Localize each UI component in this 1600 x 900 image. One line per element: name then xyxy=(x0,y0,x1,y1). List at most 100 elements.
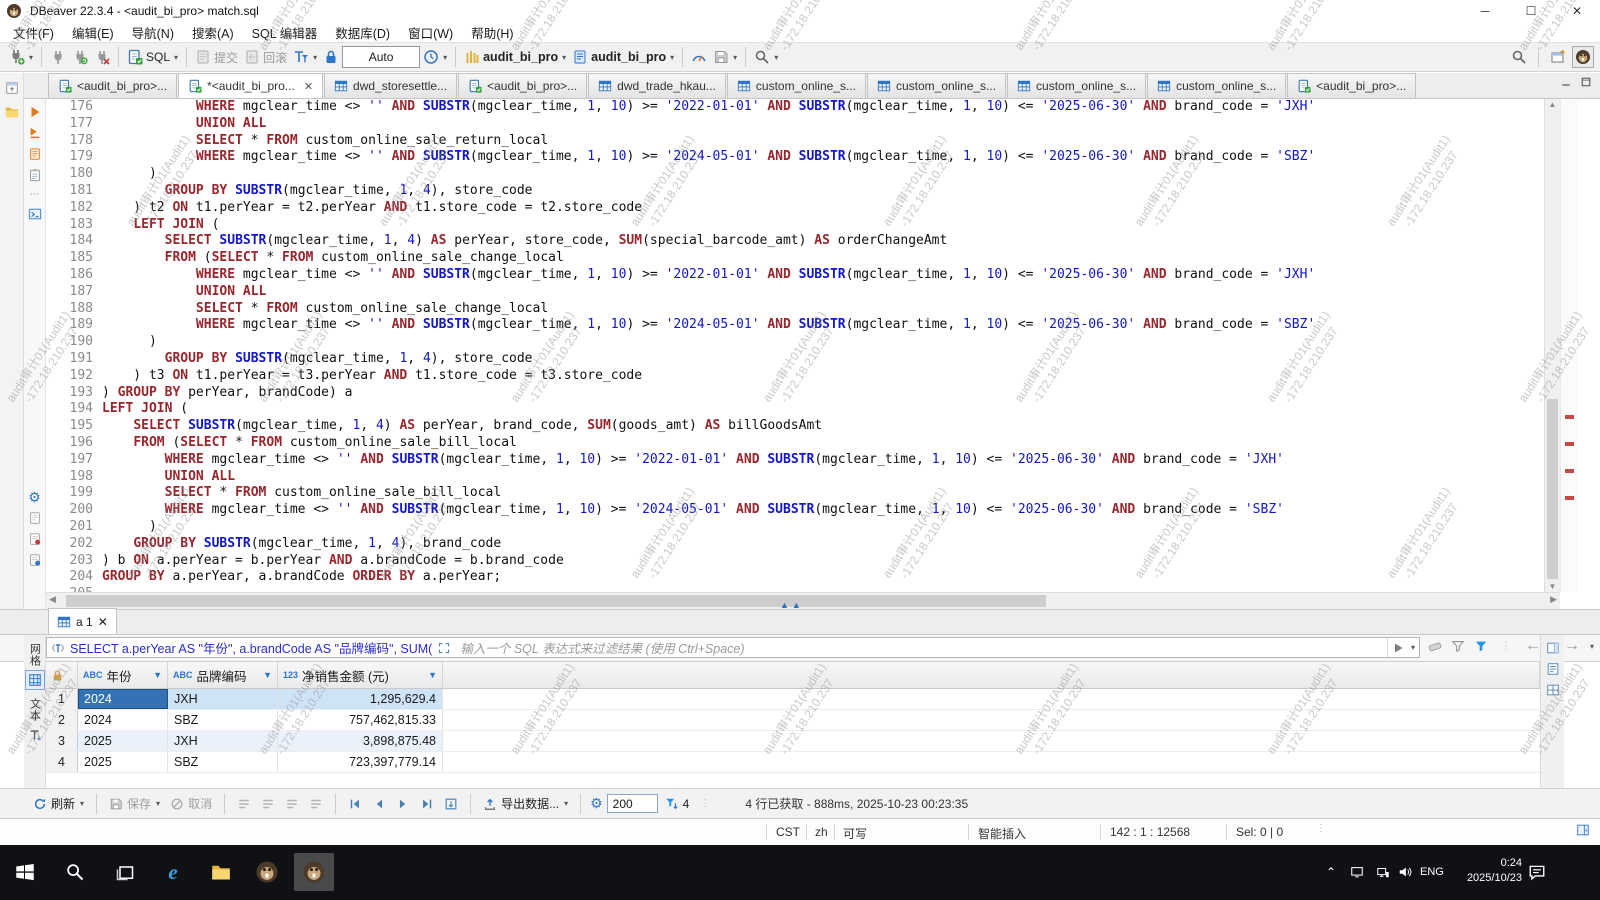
save-task-button[interactable]: ▾ xyxy=(710,47,740,67)
tx-log-button[interactable]: ▾ xyxy=(420,47,450,67)
grid-cell[interactable]: 2024 xyxy=(78,710,168,730)
column-header[interactable]: ABC年份▼ xyxy=(78,662,168,688)
editor-tab[interactable]: custom_online_s... xyxy=(867,73,1006,98)
copy-row-button[interactable] xyxy=(258,795,278,813)
tray-tablet-icon[interactable] xyxy=(1344,859,1370,885)
explain-plan-icon[interactable] xyxy=(28,147,42,161)
database-select[interactable]: audit_bi_pro▾ xyxy=(461,47,569,67)
tab-close-icon[interactable]: ✕ xyxy=(304,80,313,93)
menu-item[interactable]: SQL 编辑器 xyxy=(243,21,327,44)
minimize-button[interactable]: ─ xyxy=(1462,0,1508,22)
perspective-icon[interactable] xyxy=(1550,49,1566,65)
metadata-panel-icon[interactable] xyxy=(1546,683,1560,697)
row-number[interactable]: 2 xyxy=(46,710,78,730)
add-row-button[interactable] xyxy=(234,795,254,813)
editor-tab[interactable]: dwd_trade_hkau... xyxy=(588,73,726,98)
grid-cell[interactable]: SBZ xyxy=(168,752,278,772)
new-connection-button[interactable]: ▾ xyxy=(6,47,36,67)
grid-cell[interactable]: JXH xyxy=(168,731,278,751)
disconnect-button[interactable] xyxy=(91,47,113,67)
script-doc-settings-icon[interactable] xyxy=(28,553,42,567)
first-page-button[interactable] xyxy=(345,795,365,813)
reconnect-button[interactable] xyxy=(69,47,91,67)
dbeaver-taskbar-icon-active[interactable] xyxy=(301,859,327,885)
grid-cell[interactable]: 723,397,779.14 xyxy=(278,752,443,772)
clear-filter-icon[interactable] xyxy=(1428,639,1442,653)
next-page-button[interactable] xyxy=(393,795,413,813)
rollback-button[interactable]: 回滚 xyxy=(241,47,290,68)
editor-tab[interactable]: <audit_bi_pro>... xyxy=(1287,73,1416,98)
prev-page-button[interactable] xyxy=(369,795,389,813)
column-header[interactable]: ABC品牌编码▼ xyxy=(168,662,278,688)
sql-editor-button[interactable]: SQL▾ xyxy=(124,47,181,67)
settings-gear-icon[interactable]: ⚙ xyxy=(28,490,41,504)
minimize-panel-icon[interactable] xyxy=(1560,76,1572,88)
row-number[interactable]: 4 xyxy=(46,752,78,772)
commit-mode-combo[interactable]: Auto xyxy=(342,46,420,68)
script-doc-error-icon[interactable] xyxy=(28,532,42,546)
close-button[interactable]: ✕ xyxy=(1554,0,1600,22)
row-number[interactable]: 3 xyxy=(46,731,78,751)
presentation-gridpres[interactable] xyxy=(25,670,45,690)
fetch-size-input[interactable]: 200 xyxy=(607,794,658,813)
file-explorer-icon[interactable] xyxy=(208,859,234,885)
status-panel-icon[interactable] xyxy=(1576,823,1590,840)
tray-expand-icon[interactable]: ⌃ xyxy=(1318,859,1344,885)
grid-cell[interactable]: JXH xyxy=(168,689,278,709)
cancel-button[interactable]: 取消 xyxy=(167,793,215,814)
dbeaver-perspective-button[interactable] xyxy=(1572,46,1594,68)
edit-row-button[interactable] xyxy=(306,795,326,813)
status-caret-position[interactable]: 142 : 1 : 12568 xyxy=(1110,825,1190,839)
clipboard-icon[interactable] xyxy=(28,168,42,182)
fetch-next-button[interactable]: 4 xyxy=(662,795,693,813)
dashboard-button[interactable] xyxy=(688,47,710,67)
column-header[interactable]: 123净销售金额 (元)▼ xyxy=(278,662,443,688)
tray-volume-icon[interactable] xyxy=(1392,859,1418,885)
save-button[interactable]: 保存▾ xyxy=(106,793,163,814)
row-number[interactable]: 1 xyxy=(46,689,78,709)
menu-item[interactable]: 窗口(W) xyxy=(399,21,462,44)
column-menu-icon[interactable]: ▼ xyxy=(263,670,272,680)
editor-tab[interactable]: custom_online_s... xyxy=(1007,73,1146,98)
schema-select[interactable]: audit_bi_pro▾ xyxy=(569,47,677,67)
column-menu-icon[interactable]: ▼ xyxy=(428,670,437,680)
editor-tab[interactable]: dwd_storesettle... xyxy=(324,73,457,98)
column-menu-icon[interactable]: ▼ xyxy=(153,670,162,680)
start-button[interactable] xyxy=(12,859,38,885)
navigator-folder-icon[interactable] xyxy=(5,105,19,119)
filter-settings-icon[interactable] xyxy=(1451,639,1465,653)
menu-item[interactable]: 帮助(H) xyxy=(462,21,522,44)
commit-button[interactable]: 提交 xyxy=(192,47,241,68)
table-row[interactable]: 42025SBZ723,397,779.14 xyxy=(46,752,1540,773)
grid-cell[interactable]: SBZ xyxy=(168,710,278,730)
grid-cell[interactable]: 2025 xyxy=(78,752,168,772)
editor-tab[interactable]: custom_online_s... xyxy=(1147,73,1286,98)
ie-icon[interactable]: e xyxy=(160,859,186,885)
grid-cell[interactable]: 2025 xyxy=(78,731,168,751)
refresh-button[interactable]: 刷新▾ xyxy=(30,793,87,814)
editor-tab[interactable]: <audit_bi_pro>... xyxy=(458,73,587,98)
expand-filter-icon[interactable] xyxy=(438,642,450,654)
editor-vertical-scrollbar[interactable]: ▲ ▼ xyxy=(1544,99,1560,592)
maximize-panel-icon[interactable] xyxy=(1580,76,1592,88)
presentation-textpres[interactable] xyxy=(25,725,45,745)
grid-cell[interactable]: 3,898,875.48 xyxy=(278,731,443,751)
grid-cell[interactable]: 2024 xyxy=(78,689,168,709)
filter-input[interactable]: SELECT a.perYear AS "年份", a.brandCode AS… xyxy=(46,637,1420,658)
result-grid[interactable]: ABC年份▼ABC品牌编码▼123净销售金额 (元)▼12024JXH1,295… xyxy=(46,662,1540,788)
menu-item[interactable]: 数据库(D) xyxy=(326,21,399,44)
task-view-icon[interactable] xyxy=(112,859,138,885)
nav-back-icon[interactable]: ← xyxy=(1525,637,1541,655)
restore-panel-icon[interactable] xyxy=(5,81,19,95)
autocommit-lock-button[interactable] xyxy=(320,47,342,67)
more-actions-icon[interactable]: ⋯ xyxy=(30,189,40,200)
table-row[interactable]: 32025JXH3,898,875.48 xyxy=(46,731,1540,752)
row-header-column[interactable] xyxy=(46,662,78,688)
menu-item[interactable]: 编辑(E) xyxy=(63,21,123,44)
script-doc-icon[interactable] xyxy=(28,511,42,525)
sql-editor[interactable]: WHERE mgclear_time <> '' AND SUBSTR(mgcl… xyxy=(102,99,1544,592)
menu-item[interactable]: 导航(N) xyxy=(123,21,183,44)
calc-panel-icon[interactable] xyxy=(1546,662,1560,676)
fetch-all-button[interactable] xyxy=(441,795,461,813)
tx-filter-button[interactable]: ▾ xyxy=(290,47,320,67)
